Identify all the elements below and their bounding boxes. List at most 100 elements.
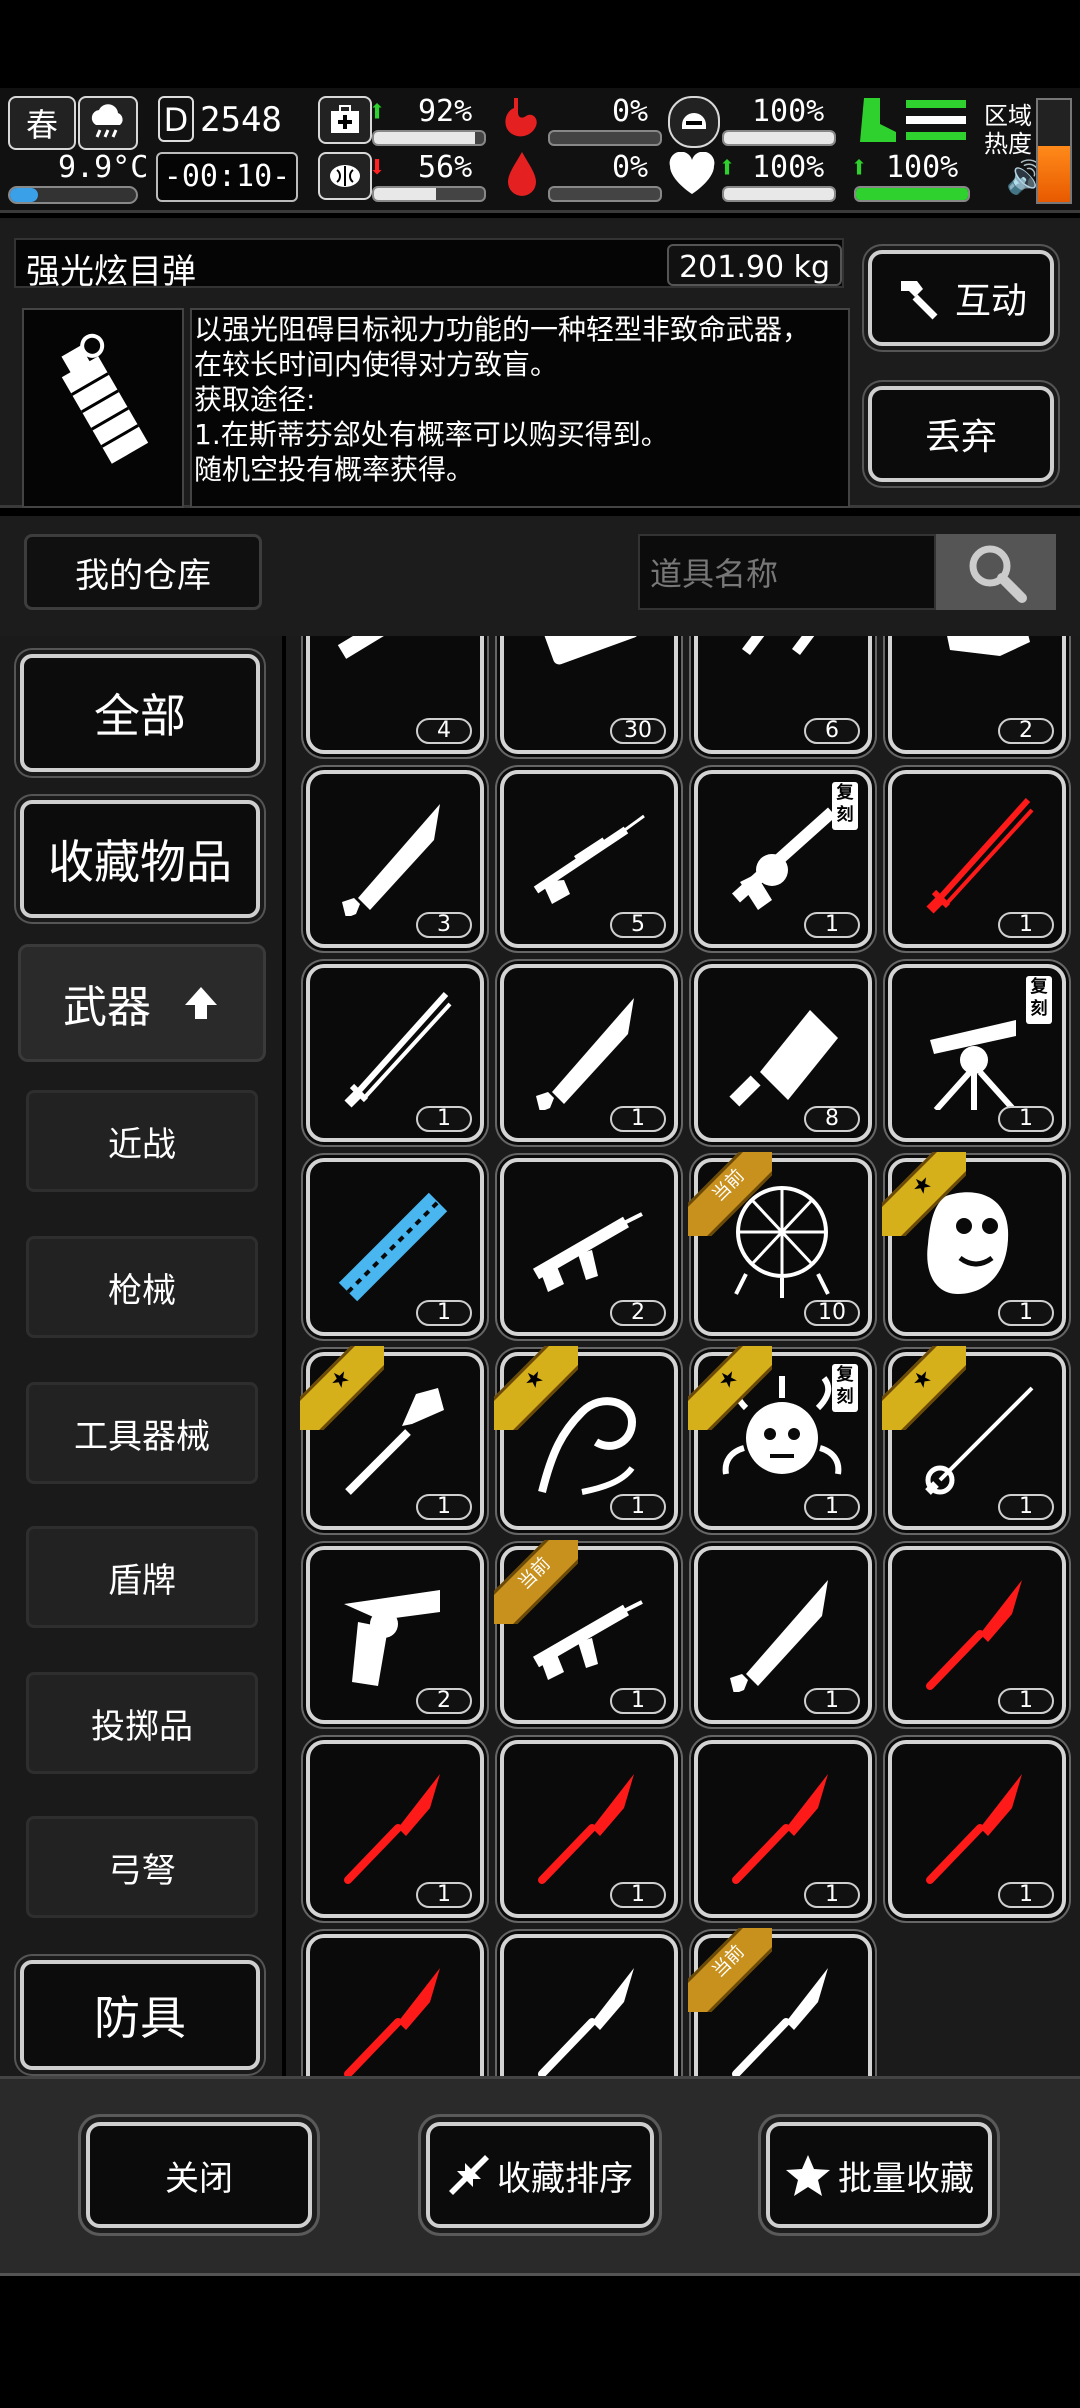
inventory-slot[interactable]: 1	[500, 964, 678, 1142]
collapse-up-arrow-icon	[185, 987, 217, 1019]
inventory-slot[interactable]: 6	[694, 636, 872, 754]
favorite-star-ribbon: ★	[300, 1346, 384, 1430]
mental-down-arrow-icon: ⬇	[368, 150, 387, 185]
category-melee[interactable]: 近战	[26, 1090, 258, 1192]
inventory-slot[interactable]: 30	[500, 636, 678, 754]
inventory-slot[interactable]: 1 复刻 ★	[688, 1346, 872, 1530]
sort-favorites-label: 收藏排序	[497, 2158, 633, 2199]
category-armor[interactable]: 防具	[20, 1960, 260, 2070]
star-icon: ★	[882, 1346, 966, 1430]
inventory-slot[interactable]: 1 ★	[882, 1152, 1066, 1336]
stamina-stripe	[906, 132, 966, 140]
inventory-slot[interactable]: 1	[500, 1740, 678, 1918]
inventory-slot[interactable]: 1	[888, 1546, 1066, 1724]
inventory-slot[interactable]: 1 ★	[882, 1346, 1066, 1530]
combat-knife-icon	[342, 804, 440, 916]
category-tools[interactable]: 工具器械	[26, 1382, 258, 1484]
inventory-slot[interactable]: 10 当前	[688, 1152, 872, 1336]
star-icon: ★	[300, 1346, 384, 1430]
close-button[interactable]: 关闭	[86, 2122, 312, 2228]
item-count: 1	[610, 1882, 666, 1908]
inventory-slot[interactable]: 1	[888, 770, 1066, 948]
close-label: 关闭	[165, 2158, 233, 2199]
sort-favorites-button[interactable]: 收藏排序	[426, 2122, 654, 2228]
heat-meter	[1036, 98, 1072, 204]
health-percent: 92%	[418, 94, 473, 129]
current-label: 当前	[688, 1152, 772, 1236]
item-count: 2	[416, 1688, 472, 1714]
inventory-slot[interactable]: 4	[306, 636, 484, 754]
item-count: 1	[998, 1300, 1054, 1326]
current-equipped-ribbon: 当前	[688, 1152, 772, 1236]
armor-percent: 100%	[752, 94, 825, 129]
item-count: 1	[416, 1494, 472, 1520]
inventory-slot[interactable]: 1 当前	[494, 1540, 678, 1724]
category-all[interactable]: 全部	[20, 654, 260, 772]
item-description: 以强光阻碍目标视力功能的一种轻型非致命武器， 在较长时间内使得对方致盲。 获取途…	[194, 313, 811, 486]
item-count: 1	[610, 1688, 666, 1714]
inventory-slot[interactable]: 1 复刻	[888, 964, 1066, 1142]
item-count: 1	[998, 1494, 1054, 1520]
inventory-slot[interactable]: 1 ★	[494, 1346, 678, 1530]
category-bows[interactable]: 弓弩	[26, 1816, 258, 1918]
sniper-rifle-icon	[533, 814, 645, 904]
inventory-slot[interactable]: 5	[500, 1934, 678, 2076]
category-favorites[interactable]: 收藏物品	[20, 800, 260, 918]
inventory-slot[interactable]: 2	[306, 1546, 484, 1724]
inventory-slot[interactable]: 2	[500, 1158, 678, 1336]
inventory-slot[interactable]: 1	[694, 1740, 872, 1918]
replica-tag: 复刻	[1026, 976, 1052, 1024]
medkit-icon	[318, 96, 372, 144]
inventory-slot[interactable]: 8	[694, 964, 872, 1142]
inventory-slot[interactable]: 1 复刻	[694, 770, 872, 948]
rock-icon	[947, 636, 1030, 656]
inventory-slot[interactable]: 5	[500, 770, 678, 948]
item-count: 1	[804, 1688, 860, 1714]
item-count: 5	[610, 912, 666, 938]
grenade-pack-icon	[543, 636, 639, 665]
category-firearms-label: 枪械	[108, 1270, 176, 1311]
search-icon	[969, 545, 1027, 603]
current-label: 当前	[688, 1928, 772, 2012]
inventory-slot[interactable]: 1	[306, 1934, 484, 2076]
mounted-gun-icon	[930, 1020, 1017, 1110]
category-shields[interactable]: 盾牌	[26, 1526, 258, 1628]
inventory-slot[interactable]: 2	[888, 636, 1066, 754]
search-input[interactable]: 道具名称	[638, 534, 936, 610]
clock: -00:10-	[156, 152, 298, 202]
status-bar: 春 9.9°C D 2548 -00:10- ⬆ 92% ⬇ 56% 0% 0%…	[0, 88, 1080, 213]
inventory-slot[interactable]: 1	[888, 1740, 1066, 1918]
item-count: 2	[610, 1300, 666, 1326]
inventory-slot[interactable]: 1	[306, 964, 484, 1142]
katana-icon	[926, 797, 1034, 914]
search-button[interactable]	[936, 534, 1056, 610]
inventory-slot[interactable]: 1	[306, 1158, 484, 1336]
inventory-slot[interactable]: 1	[694, 1546, 872, 1724]
season-badge: 春	[8, 96, 76, 150]
inventory-slot[interactable]: 3	[306, 770, 484, 948]
interact-button[interactable]: 互动	[868, 250, 1054, 346]
batch-favorite-button[interactable]: 批量收藏	[766, 2122, 992, 2228]
weather-rain-icon	[78, 96, 138, 150]
heart-up-arrow-icon: ⬆	[718, 150, 737, 185]
category-shields-label: 盾牌	[108, 1560, 176, 1601]
minigun-icon	[338, 1192, 448, 1302]
inventory-slot[interactable]: 1当前	[688, 1928, 872, 2076]
item-name-box: 强光炫目弹 201.90 kg	[14, 238, 844, 292]
area-label-line2: 热度	[984, 130, 1032, 158]
stomach-bar	[548, 130, 662, 146]
inventory-slot[interactable]: 1 ★	[300, 1346, 484, 1530]
heart-percent: 100%	[752, 150, 825, 185]
category-throwables-label: 投掷品	[91, 1706, 193, 1747]
category-throwables[interactable]: 投掷品	[26, 1672, 258, 1774]
assault-rifle-icon	[532, 1212, 643, 1292]
warehouse-label: 我的仓库	[75, 555, 211, 596]
interact-label: 互动	[954, 281, 1027, 322]
inventory-slot[interactable]: 1	[306, 1740, 484, 1918]
current-label: 当前	[494, 1540, 578, 1624]
category-firearms[interactable]: 枪械	[26, 1236, 258, 1338]
warehouse-tab[interactable]: 我的仓库	[24, 534, 262, 610]
star-icon: ★	[494, 1346, 578, 1430]
discard-button[interactable]: 丢弃	[868, 386, 1054, 482]
category-weapons[interactable]: 武器	[18, 944, 266, 1062]
